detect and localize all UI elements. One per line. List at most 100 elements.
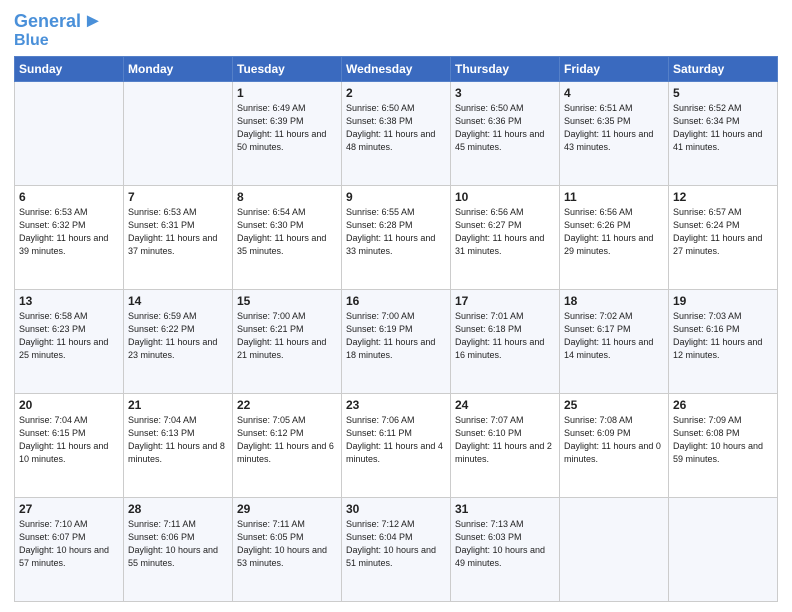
day-number: 17 — [455, 294, 555, 308]
day-info: Sunrise: 6:56 AM Sunset: 6:26 PM Dayligh… — [564, 206, 664, 258]
calendar-cell: 3 Sunrise: 6:50 AM Sunset: 6:36 PM Daylig… — [451, 81, 560, 185]
day-number: 11 — [564, 190, 664, 204]
calendar-cell: 27Sunrise: 7:10 AM Sunset: 6:07 PM Dayli… — [15, 497, 124, 601]
day-info: Sunrise: 6:52 AM Sunset: 6:34 PM Dayligh… — [673, 102, 773, 154]
day-info: Sunrise: 6:54 AM Sunset: 6:30 PM Dayligh… — [237, 206, 337, 258]
calendar-header-wednesday: Wednesday — [342, 56, 451, 81]
calendar-cell: 17 Sunrise: 7:01 AM Sunset: 6:18 PM Dayli… — [451, 289, 560, 393]
calendar-cell: 13 Sunrise: 6:58 AM Sunset: 6:23 PM Dayli… — [15, 289, 124, 393]
day-info: Sunrise: 6:56 AM Sunset: 6:27 PM Dayligh… — [455, 206, 555, 258]
day-info: Sunrise: 6:51 AM Sunset: 6:35 PM Dayligh… — [564, 102, 664, 154]
calendar-week-2: 6 Sunrise: 6:53 AM Sunset: 6:32 PM Daylig… — [15, 185, 778, 289]
calendar-week-4: 20 Sunrise: 7:04 AM Sunset: 6:15 PM Dayli… — [15, 393, 778, 497]
calendar-header-friday: Friday — [560, 56, 669, 81]
day-number: 18 — [564, 294, 664, 308]
logo: General► Blue — [14, 10, 103, 50]
calendar-cell: 4 Sunrise: 6:51 AM Sunset: 6:35 PM Daylig… — [560, 81, 669, 185]
calendar-header: SundayMondayTuesdayWednesdayThursdayFrid… — [15, 56, 778, 81]
day-number: 15 — [237, 294, 337, 308]
logo-text: General► — [14, 10, 103, 32]
day-info: Sunrise: 7:04 AM Sunset: 6:15 PM Dayligh… — [19, 414, 119, 466]
calendar-cell — [15, 81, 124, 185]
day-info: Sunrise: 7:11 AM Sunset: 6:06 PM Dayligh… — [128, 518, 228, 570]
calendar-cell: 20 Sunrise: 7:04 AM Sunset: 6:15 PM Dayli… — [15, 393, 124, 497]
calendar-cell: 24 Sunrise: 7:07 AM Sunset: 6:10 PM Dayli… — [451, 393, 560, 497]
day-number: 20 — [19, 398, 119, 412]
day-number: 26 — [673, 398, 773, 412]
day-info: Sunrise: 7:01 AM Sunset: 6:18 PM Dayligh… — [455, 310, 555, 362]
day-info: Sunrise: 7:03 AM Sunset: 6:16 PM Dayligh… — [673, 310, 773, 362]
day-number: 6 — [19, 190, 119, 204]
calendar-cell: 19Sunrise: 7:03 AM Sunset: 6:16 PM Dayli… — [669, 289, 778, 393]
calendar-cell: 1 Sunrise: 6:49 AM Sunset: 6:39 PM Daylig… — [233, 81, 342, 185]
calendar-cell: 5 Sunrise: 6:52 AM Sunset: 6:34 PM Daylig… — [669, 81, 778, 185]
calendar-cell: 10Sunrise: 6:56 AM Sunset: 6:27 PM Dayli… — [451, 185, 560, 289]
calendar-cell: 29 Sunrise: 7:11 AM Sunset: 6:05 PM Dayli… — [233, 497, 342, 601]
day-number: 27 — [19, 502, 119, 516]
calendar-week-1: 1 Sunrise: 6:49 AM Sunset: 6:39 PM Daylig… — [15, 81, 778, 185]
calendar-cell: 9Sunrise: 6:55 AM Sunset: 6:28 PM Daylig… — [342, 185, 451, 289]
day-number: 22 — [237, 398, 337, 412]
day-info: Sunrise: 7:11 AM Sunset: 6:05 PM Dayligh… — [237, 518, 337, 570]
calendar-cell: 23Sunrise: 7:06 AM Sunset: 6:11 PM Dayli… — [342, 393, 451, 497]
day-number: 5 — [673, 86, 773, 100]
calendar-cell: 12 Sunrise: 6:57 AM Sunset: 6:24 PM Dayli… — [669, 185, 778, 289]
day-info: Sunrise: 6:53 AM Sunset: 6:32 PM Dayligh… — [19, 206, 119, 258]
day-number: 14 — [128, 294, 228, 308]
day-info: Sunrise: 6:57 AM Sunset: 6:24 PM Dayligh… — [673, 206, 773, 258]
day-number: 30 — [346, 502, 446, 516]
day-number: 31 — [455, 502, 555, 516]
calendar-cell: 15Sunrise: 7:00 AM Sunset: 6:21 PM Dayli… — [233, 289, 342, 393]
calendar-cell: 21 Sunrise: 7:04 AM Sunset: 6:13 PM Dayli… — [124, 393, 233, 497]
day-info: Sunrise: 7:08 AM Sunset: 6:09 PM Dayligh… — [564, 414, 664, 466]
day-info: Sunrise: 7:06 AM Sunset: 6:11 PM Dayligh… — [346, 414, 446, 466]
day-info: Sunrise: 7:02 AM Sunset: 6:17 PM Dayligh… — [564, 310, 664, 362]
day-info: Sunrise: 6:49 AM Sunset: 6:39 PM Dayligh… — [237, 102, 337, 154]
calendar-cell: 30Sunrise: 7:12 AM Sunset: 6:04 PM Dayli… — [342, 497, 451, 601]
calendar-cell: 28Sunrise: 7:11 AM Sunset: 6:06 PM Dayli… — [124, 497, 233, 601]
calendar-cell — [124, 81, 233, 185]
calendar-cell: 2 Sunrise: 6:50 AM Sunset: 6:38 PM Daylig… — [342, 81, 451, 185]
calendar-header-sunday: Sunday — [15, 56, 124, 81]
calendar-cell — [560, 497, 669, 601]
day-info: Sunrise: 7:04 AM Sunset: 6:13 PM Dayligh… — [128, 414, 228, 466]
calendar-cell: 7 Sunrise: 6:53 AM Sunset: 6:31 PM Daylig… — [124, 185, 233, 289]
day-number: 2 — [346, 86, 446, 100]
calendar-cell: 18 Sunrise: 7:02 AM Sunset: 6:17 PM Dayli… — [560, 289, 669, 393]
day-number: 1 — [237, 86, 337, 100]
calendar-week-5: 27Sunrise: 7:10 AM Sunset: 6:07 PM Dayli… — [15, 497, 778, 601]
day-info: Sunrise: 6:53 AM Sunset: 6:31 PM Dayligh… — [128, 206, 228, 258]
day-info: Sunrise: 7:00 AM Sunset: 6:19 PM Dayligh… — [346, 310, 446, 362]
day-info: Sunrise: 7:07 AM Sunset: 6:10 PM Dayligh… — [455, 414, 555, 466]
day-number: 24 — [455, 398, 555, 412]
logo-bird-icon: ► — [83, 10, 103, 32]
day-info: Sunrise: 6:50 AM Sunset: 6:38 PM Dayligh… — [346, 102, 446, 154]
day-info: Sunrise: 6:59 AM Sunset: 6:22 PM Dayligh… — [128, 310, 228, 362]
calendar-cell: 26 Sunrise: 7:09 AM Sunset: 6:08 PM Dayli… — [669, 393, 778, 497]
calendar-cell: 25 Sunrise: 7:08 AM Sunset: 6:09 PM Dayli… — [560, 393, 669, 497]
calendar-cell: 8Sunrise: 6:54 AM Sunset: 6:30 PM Daylig… — [233, 185, 342, 289]
calendar-header-thursday: Thursday — [451, 56, 560, 81]
calendar-cell: 11 Sunrise: 6:56 AM Sunset: 6:26 PM Dayli… — [560, 185, 669, 289]
day-number: 4 — [564, 86, 664, 100]
calendar-body: 1 Sunrise: 6:49 AM Sunset: 6:39 PM Daylig… — [15, 81, 778, 601]
day-number: 3 — [455, 86, 555, 100]
page-container: General► Blue SundayMondayTuesdayWednesd… — [0, 0, 792, 612]
header: General► Blue — [14, 10, 778, 50]
day-number: 7 — [128, 190, 228, 204]
day-number: 12 — [673, 190, 773, 204]
calendar-cell: 31 Sunrise: 7:13 AM Sunset: 6:03 PM Dayli… — [451, 497, 560, 601]
day-number: 21 — [128, 398, 228, 412]
day-number: 9 — [346, 190, 446, 204]
day-info: Sunrise: 7:05 AM Sunset: 6:12 PM Dayligh… — [237, 414, 337, 466]
day-info: Sunrise: 6:58 AM Sunset: 6:23 PM Dayligh… — [19, 310, 119, 362]
day-number: 25 — [564, 398, 664, 412]
calendar-header-monday: Monday — [124, 56, 233, 81]
day-number: 29 — [237, 502, 337, 516]
day-number: 13 — [19, 294, 119, 308]
calendar-header-saturday: Saturday — [669, 56, 778, 81]
day-info: Sunrise: 7:13 AM Sunset: 6:03 PM Dayligh… — [455, 518, 555, 570]
day-info: Sunrise: 6:50 AM Sunset: 6:36 PM Dayligh… — [455, 102, 555, 154]
day-info: Sunrise: 7:09 AM Sunset: 6:08 PM Dayligh… — [673, 414, 773, 466]
calendar-header-tuesday: Tuesday — [233, 56, 342, 81]
